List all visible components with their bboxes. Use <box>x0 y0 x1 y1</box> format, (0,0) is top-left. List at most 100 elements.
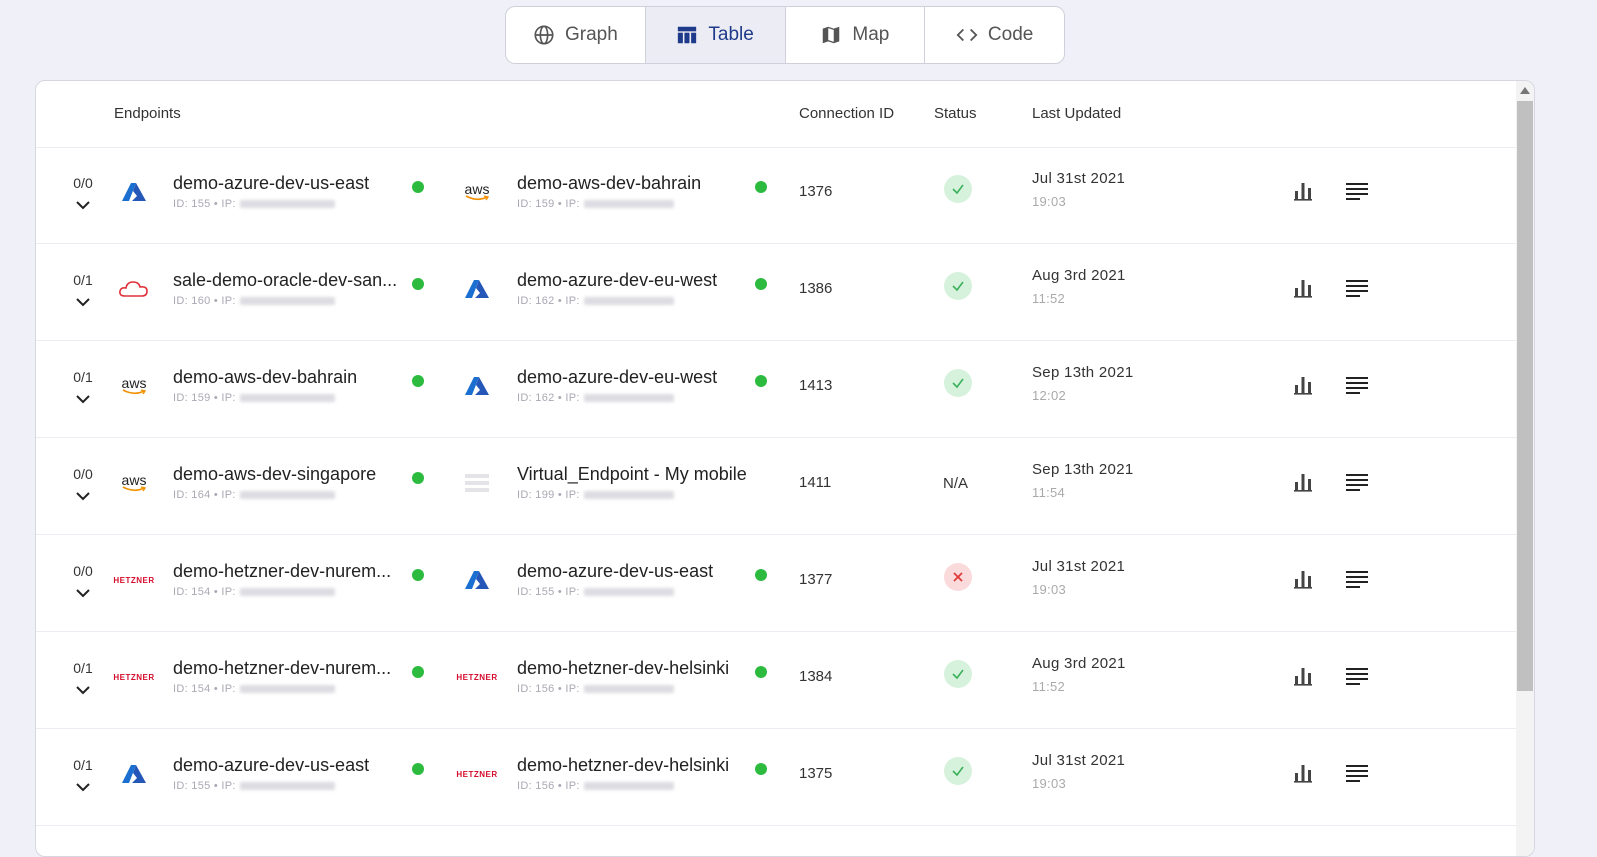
endpoint-b-id-ip: ID: 159 • IP: <box>517 198 580 210</box>
endpoint-a-name[interactable]: demo-azure-dev-us-east <box>173 173 369 194</box>
endpoint-a-id-ip: ID: 154 • IP: <box>173 683 236 695</box>
last-updated-date: Sep 13th 2021 <box>1032 461 1134 478</box>
connection-id: 1376 <box>799 183 833 200</box>
scroll-thumb[interactable] <box>1517 101 1533 691</box>
endpoint-a-id-ip: ID: 155 • IP: <box>173 198 236 210</box>
last-updated-date: Aug 3rd 2021 <box>1032 267 1126 284</box>
endpoint-b-details: ID: 162 • IP: <box>517 392 674 404</box>
chevron-down-icon[interactable] <box>75 294 91 310</box>
chevron-down-icon[interactable] <box>75 391 91 407</box>
last-updated-date: Jul 31st 2021 <box>1032 752 1126 769</box>
online-status-dot <box>412 278 424 290</box>
metrics-chart-icon[interactable] <box>1292 665 1314 687</box>
azure-logo-icon <box>458 566 496 594</box>
online-status-dot <box>412 763 424 775</box>
endpoint-a-id-ip: ID: 160 • IP: <box>173 295 236 307</box>
details-list-icon[interactable] <box>1346 180 1368 202</box>
endpoint-count: 0/0 <box>73 175 93 191</box>
status-ok-icon <box>944 272 972 300</box>
connection-id: 1375 <box>799 765 833 782</box>
view-tabs: Graph Table Map Code <box>505 6 1065 64</box>
metrics-chart-icon[interactable] <box>1292 568 1314 590</box>
chevron-down-icon[interactable] <box>75 585 91 601</box>
endpoint-b-name[interactable]: Virtual_Endpoint - My mobile <box>517 464 747 485</box>
endpoint-a-name[interactable]: demo-aws-dev-bahrain <box>173 367 357 388</box>
endpoint-b-details: ID: 162 • IP: <box>517 295 674 307</box>
azure-logo-icon <box>115 178 153 206</box>
redacted-ip <box>583 588 674 597</box>
endpoint-count: 0/1 <box>73 272 93 288</box>
endpoint-b-name[interactable]: demo-azure-dev-eu-west <box>517 367 717 388</box>
details-list-icon[interactable] <box>1346 568 1368 590</box>
endpoint-a-name[interactable]: sale-demo-oracle-dev-san... <box>173 270 397 291</box>
endpoint-b-name[interactable]: demo-azure-dev-eu-west <box>517 270 717 291</box>
chevron-down-icon[interactable] <box>75 779 91 795</box>
endpoint-a-details: ID: 154 • IP: <box>173 683 335 695</box>
endpoint-a-details: ID: 155 • IP: <box>173 198 335 210</box>
online-status-dot <box>412 569 424 581</box>
header-endpoints[interactable]: Endpoints <box>114 105 181 122</box>
redacted-ip <box>583 491 674 500</box>
vertical-scrollbar[interactable] <box>1516 81 1534 856</box>
endpoint-b-name[interactable]: demo-hetzner-dev-helsinki <box>517 658 729 679</box>
endpoint-b-name[interactable]: demo-hetzner-dev-helsinki <box>517 755 729 776</box>
details-list-icon[interactable] <box>1346 374 1368 396</box>
metrics-chart-icon[interactable] <box>1292 374 1314 396</box>
hetzner-logo-icon: HETZNER <box>456 672 498 682</box>
tab-code[interactable]: Code <box>925 7 1064 63</box>
endpoint-a-name[interactable]: demo-aws-dev-singapore <box>173 464 376 485</box>
details-list-icon[interactable] <box>1346 665 1368 687</box>
details-list-icon[interactable] <box>1346 762 1368 784</box>
redacted-ip <box>239 394 335 403</box>
chevron-down-icon[interactable] <box>75 488 91 504</box>
header-status[interactable]: Status <box>934 105 977 122</box>
last-updated-time: 11:52 <box>1032 291 1066 306</box>
metrics-chart-icon[interactable] <box>1292 180 1314 202</box>
endpoint-b-name[interactable]: demo-aws-dev-bahrain <box>517 173 701 194</box>
endpoint-a-name[interactable]: demo-hetzner-dev-nurem... <box>173 658 391 679</box>
redacted-ip <box>583 394 674 403</box>
details-list-icon[interactable] <box>1346 277 1368 299</box>
table-row: 0/1 HETZNER demo-hetzner-dev-nurem... ID… <box>36 632 1516 729</box>
header-last-updated[interactable]: Last Updated <box>1032 105 1121 122</box>
redacted-ip <box>583 685 674 694</box>
tab-table[interactable]: Table <box>645 7 786 63</box>
table-row: 0/0 aws demo-aws-dev-singapore ID: 164 •… <box>36 438 1516 535</box>
endpoint-a-id-ip: ID: 155 • IP: <box>173 780 236 792</box>
endpoint-count: 0/1 <box>73 660 93 676</box>
online-status-dot <box>755 569 767 581</box>
tab-label: Code <box>987 24 1034 45</box>
tab-map[interactable]: Map <box>786 7 926 63</box>
online-status-dot <box>755 181 767 193</box>
redacted-ip <box>239 588 335 597</box>
online-status-dot <box>755 278 767 290</box>
connection-id: 1386 <box>799 280 833 297</box>
status-ok-icon <box>944 175 972 203</box>
hetzner-logo-icon: HETZNER <box>113 575 155 585</box>
endpoint-b-id-ip: ID: 199 • IP: <box>517 489 580 501</box>
connection-id: 1413 <box>799 377 833 394</box>
table-row: 0/0 demo-azure-dev-us-east ID: 155 • IP:… <box>36 147 1516 244</box>
oracle-logo-icon <box>115 275 153 303</box>
connection-id: 1377 <box>799 571 833 588</box>
endpoint-a-name[interactable]: demo-azure-dev-us-east <box>173 755 369 776</box>
header-connection-id[interactable]: Connection ID <box>799 105 894 122</box>
connection-id: 1384 <box>799 668 833 685</box>
tab-graph[interactable]: Graph <box>506 7 646 63</box>
aws-logo-icon: aws <box>458 178 496 206</box>
endpoint-b-name[interactable]: demo-azure-dev-us-east <box>517 561 713 582</box>
metrics-chart-icon[interactable] <box>1292 277 1314 299</box>
redacted-ip <box>583 200 674 209</box>
metrics-chart-icon[interactable] <box>1292 471 1314 493</box>
details-list-icon[interactable] <box>1346 471 1368 493</box>
scroll-up-arrow-icon[interactable] <box>1520 87 1530 94</box>
endpoint-count: 0/0 <box>73 466 93 482</box>
tab-label: Table <box>708 24 754 45</box>
redacted-ip <box>239 200 335 209</box>
online-status-dot <box>412 181 424 193</box>
chevron-down-icon[interactable] <box>75 682 91 698</box>
metrics-chart-icon[interactable] <box>1292 762 1314 784</box>
last-updated-date: Sep 13th 2021 <box>1032 364 1134 381</box>
chevron-down-icon[interactable] <box>75 197 91 213</box>
endpoint-a-name[interactable]: demo-hetzner-dev-nurem... <box>173 561 391 582</box>
